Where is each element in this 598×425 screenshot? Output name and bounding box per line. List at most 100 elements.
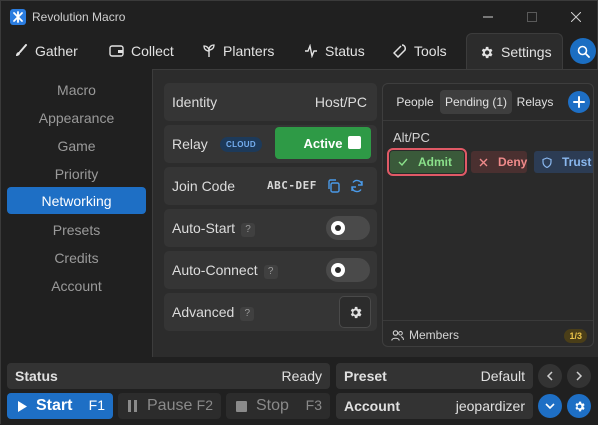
admit-button[interactable]: Admit <box>387 148 467 176</box>
tab-planters[interactable]: Planters <box>190 33 285 69</box>
panel-tab-pending[interactable]: Pending (1) <box>440 90 512 114</box>
close-button[interactable] <box>554 1 598 33</box>
members-count-badge: 1/3 <box>564 329 587 343</box>
tab-settings[interactable]: Settings <box>466 33 563 70</box>
search-button[interactable] <box>570 38 596 64</box>
panel-tab-relays[interactable]: Relays <box>515 90 555 114</box>
gear-icon <box>350 306 361 318</box>
maximize-button[interactable] <box>510 1 554 33</box>
account-settings-button[interactable] <box>567 394 591 418</box>
admit-label: Admit <box>418 155 452 169</box>
tab-label: Settings <box>501 44 552 60</box>
advanced-row: Advanced? <box>164 293 377 331</box>
sidebar-item-networking[interactable]: Networking <box>7 187 146 214</box>
preset-prev-button[interactable] <box>538 364 562 388</box>
sidebar-item-game[interactable]: Game <box>7 132 146 159</box>
tab-gather[interactable]: Gather <box>2 33 90 69</box>
settings-sidebar: Macro Appearance Game Priority Networkin… <box>1 69 152 357</box>
tab-collect[interactable]: Collect <box>97 33 187 69</box>
tab-label: Planters <box>223 43 275 59</box>
add-button[interactable] <box>568 91 590 113</box>
join-code-label: Join Code <box>172 178 236 194</box>
start-label: Start <box>36 397 73 414</box>
copy-icon[interactable] <box>327 179 340 193</box>
account-value: jeopardizer <box>455 398 525 414</box>
auto-connect-row: Auto-Connect? <box>164 251 377 289</box>
tab-label: Gather <box>35 43 78 59</box>
tab-label: Tools <box>414 43 447 59</box>
pause-label: Pause <box>147 397 193 414</box>
stop-icon <box>236 400 247 412</box>
account-field[interactable]: Account jeopardizer <box>336 393 533 419</box>
relay-active-label: Active <box>303 135 343 151</box>
panel-footer: Members 1/3 <box>383 320 593 346</box>
preset-field[interactable]: Preset Default <box>336 363 533 389</box>
cloud-badge: CLOUD <box>220 137 262 152</box>
sidebar-item-account[interactable]: Account <box>7 272 146 299</box>
relay-row: Relay CLOUD Active <box>164 125 377 163</box>
panel-tab-people[interactable]: People <box>393 90 437 114</box>
panel-divider <box>383 120 593 121</box>
activity-icon <box>305 44 317 58</box>
app-window: Revolution Macro Gather Collect Planters… <box>0 0 598 425</box>
stop-button[interactable]: Stop F3 <box>226 393 330 419</box>
auto-connect-label: Auto-Connect <box>172 262 258 278</box>
refresh-icon[interactable] <box>350 179 364 193</box>
help-icon[interactable]: ? <box>241 223 256 237</box>
tab-label: Collect <box>131 43 174 59</box>
preset-label: Preset <box>344 368 387 384</box>
pause-key: F2 <box>196 397 213 413</box>
preset-next-button[interactable] <box>567 364 591 388</box>
peers-panel: People Pending (1) Relays Alt/PC Admit D… <box>382 83 594 347</box>
toggle-knob <box>331 263 345 277</box>
account-label: Account <box>344 398 400 414</box>
plus-icon <box>573 96 585 108</box>
tab-label: Status <box>325 43 365 59</box>
shield-icon <box>542 156 552 168</box>
members-icon <box>391 329 404 341</box>
minimize-button[interactable] <box>466 1 510 33</box>
account-dropdown-button[interactable] <box>538 394 562 418</box>
help-icon[interactable]: ? <box>240 307 255 321</box>
auto-start-toggle[interactable] <box>326 216 370 240</box>
auto-start-row: Auto-Start? <box>164 209 377 247</box>
sidebar-item-presets[interactable]: Presets <box>7 216 146 243</box>
sidebar-item-appearance[interactable]: Appearance <box>7 104 146 131</box>
close-icon <box>571 12 581 22</box>
preset-value: Default <box>480 368 525 384</box>
advanced-settings-button[interactable] <box>339 296 371 328</box>
pause-button[interactable]: Pause F2 <box>118 393 221 419</box>
sidebar-item-macro[interactable]: Macro <box>7 76 146 103</box>
join-code-value: ABC-DEF <box>267 179 317 192</box>
identity-label: Identity <box>172 94 218 110</box>
window-title: Revolution Macro <box>32 10 126 24</box>
deny-label: Deny <box>498 155 528 169</box>
relay-active-button[interactable]: Active <box>275 127 371 159</box>
identity-row: Identity Host/PC <box>164 83 377 121</box>
main-tab-bar: Gather Collect Planters Status Tools Set… <box>1 33 598 70</box>
identity-value: Host/PC <box>314 94 367 110</box>
trust-button[interactable]: Trust <box>534 151 593 173</box>
deny-button[interactable]: Deny <box>471 151 527 173</box>
trust-label: Trust <box>562 155 592 169</box>
gear-icon <box>481 46 493 58</box>
app-logo-icon <box>10 9 26 25</box>
tab-status[interactable]: Status <box>292 33 374 69</box>
stop-square-icon <box>348 136 361 149</box>
chevron-left-icon <box>546 371 553 381</box>
chevron-right-icon <box>576 371 583 381</box>
sidebar-item-priority[interactable]: Priority <box>7 160 146 187</box>
status-field: Status Ready <box>7 363 330 389</box>
start-button[interactable]: Start F1 <box>7 393 113 419</box>
sidebar-item-credits[interactable]: Credits <box>7 244 146 271</box>
help-icon[interactable]: ? <box>263 265 278 279</box>
title-bar[interactable]: Revolution Macro <box>1 1 598 33</box>
tab-tools[interactable]: Tools <box>381 33 461 69</box>
members-label: Members <box>409 328 460 342</box>
x-icon <box>479 158 488 166</box>
chevron-down-icon <box>545 403 555 410</box>
pause-icon <box>128 400 137 412</box>
auto-connect-toggle[interactable] <box>326 258 370 282</box>
auto-start-label: Auto-Start <box>172 220 236 236</box>
wallet-icon <box>109 45 124 57</box>
